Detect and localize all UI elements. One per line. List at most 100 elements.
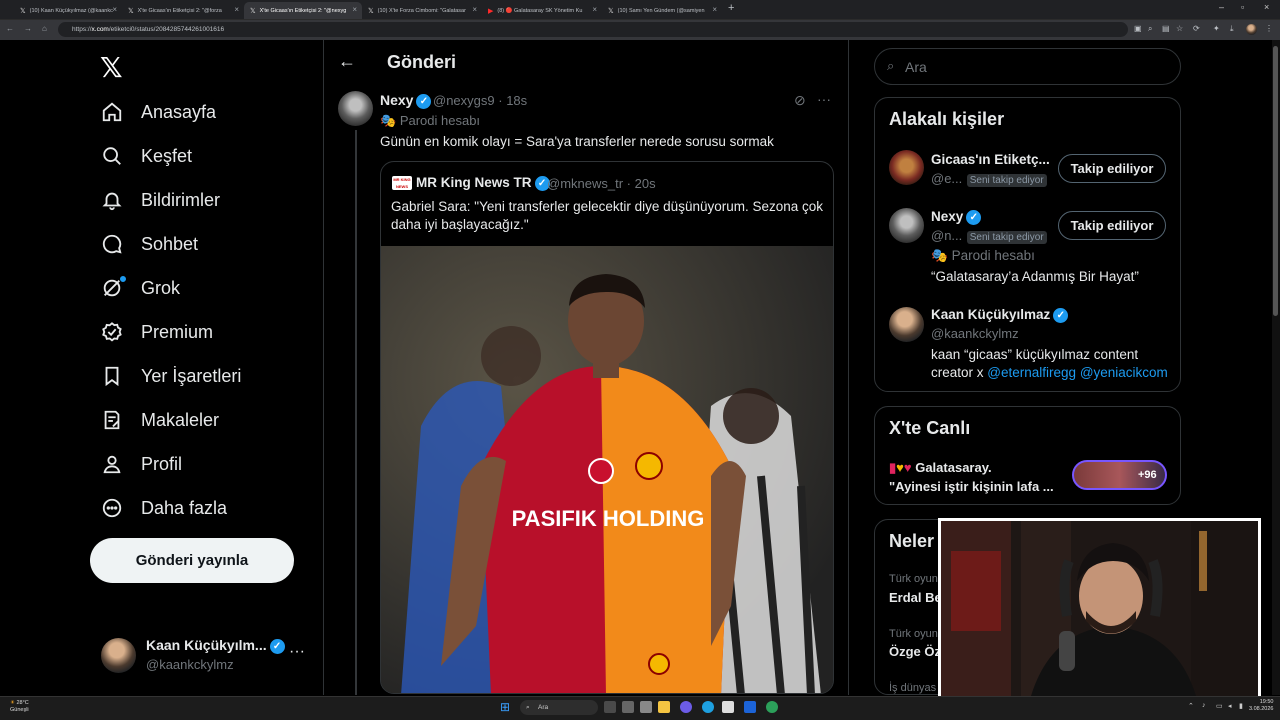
store-icon[interactable] <box>722 701 734 713</box>
app-icon[interactable] <box>640 701 652 713</box>
search-input[interactable]: ⌕ Ara <box>874 48 1181 85</box>
quoted-post[interactable]: MR KING NEWS MR King News TR ✓ @mknews_tr… <box>380 161 834 694</box>
sidebar-item-chat[interactable]: Sohbet <box>100 222 198 266</box>
close-tab-icon[interactable]: × <box>712 5 717 14</box>
download-icon[interactable]: ⤓ <box>1230 24 1234 34</box>
close-tab-icon[interactable]: × <box>472 5 477 14</box>
post-meta[interactable]: @nexygs9 · 18s <box>433 93 527 108</box>
sidebar-item-bookmarks[interactable]: Yer İşaretleri <box>100 354 241 398</box>
home-nav-icon[interactable]: ⌂ <box>42 24 47 33</box>
scrollbar-thumb[interactable] <box>1273 46 1278 316</box>
account-switcher[interactable]: Kaan Küçükyılm... ✓ <box>146 637 285 654</box>
app-icon[interactable] <box>744 701 756 713</box>
browser-tab-active[interactable]: 𝕏 X'te Gicaas'ın Etiketçisi 2: "@nexyg × <box>244 2 362 19</box>
browser-tab[interactable]: 𝕏 (10) Samı Yen Gündem (@samiyen × <box>602 2 722 19</box>
close-tab-icon[interactable]: × <box>234 5 239 14</box>
browser-app-icon[interactable] <box>766 701 778 713</box>
more-icon[interactable]: ··· <box>817 91 831 107</box>
profile-icon <box>100 452 124 476</box>
close-tab-icon[interactable]: × <box>592 5 597 14</box>
live-title[interactable]: ▮♥♥ Galatasaray. <box>889 460 992 476</box>
x-logo-icon[interactable]: 𝕏 <box>100 51 123 84</box>
task-view-icon[interactable] <box>604 701 616 713</box>
close-window-icon[interactable]: × <box>1264 2 1269 12</box>
avatar[interactable] <box>101 638 136 673</box>
following-button[interactable]: Takip ediliyor <box>1058 211 1166 240</box>
heart-red-icon: ♥ <box>903 460 912 475</box>
person-meta: @e... Seni takip ediyor <box>931 170 1047 188</box>
sidebar-item-more[interactable]: Daha fazla <box>100 486 227 530</box>
section-title: Alakalı kişiler <box>889 109 1005 129</box>
minimize-icon[interactable]: – <box>1219 2 1224 12</box>
person-name[interactable]: Gicaas'ın Etiketç... <box>931 152 1050 167</box>
search-icon: ⌕ <box>887 58 895 73</box>
address-bar[interactable]: https://x.com/etiketci0/status/208428574… <box>58 22 1128 37</box>
post-author[interactable]: Nexy ✓ <box>380 92 432 109</box>
taskbar-search[interactable]: ⌕ Ara <box>520 700 598 715</box>
x-logo-icon: 𝕏 <box>608 7 614 15</box>
file-explorer-icon[interactable] <box>658 701 670 713</box>
edge-icon[interactable] <box>702 701 714 713</box>
browser-tab[interactable]: ▶ (8) 🔴 Galatasaray SK Yönetim Ku × <box>482 2 602 19</box>
maximize-icon[interactable]: ▫ <box>1241 2 1244 12</box>
star-icon[interactable]: ☆ <box>1176 24 1183 33</box>
heart-yellow-icon: ♥ <box>896 460 904 475</box>
following-button[interactable]: Takip ediliyor <box>1058 154 1166 183</box>
start-icon[interactable]: ⊞ <box>500 700 510 714</box>
bio-link[interactable]: @eternalfiregg <box>987 365 1076 380</box>
account-more-icon[interactable]: ··· <box>289 643 305 661</box>
person-name[interactable]: Nexy ✓ <box>931 209 982 225</box>
person-handle: @kaankckylmz <box>931 326 1019 341</box>
back-nav-icon[interactable]: ← <box>6 24 14 33</box>
sidebar-item-profile[interactable]: Profil <box>100 442 182 486</box>
grok-icon[interactable]: ⊘ <box>794 92 806 109</box>
browser-tab[interactable]: 𝕏 (10) Kaan Küçükyılmaz (@kaankc × <box>14 2 122 19</box>
browser-tab[interactable]: 𝕏 (10) X'te Forza Cimbomi: "Galatasar × <box>362 2 482 19</box>
widgets-icon[interactable] <box>622 701 634 713</box>
parody-label: 🎭 Parodi hesabı <box>380 113 481 128</box>
extension-icon[interactable]: ▣ <box>1134 24 1142 33</box>
premium-icon <box>100 320 124 344</box>
reader-icon[interactable]: ▤ <box>1162 24 1170 33</box>
post-photo[interactable]: PASIFIK HOLDING <box>381 246 833 693</box>
avatar[interactable] <box>889 208 924 243</box>
battery-icon[interactable]: ▮ <box>1239 702 1243 710</box>
refresh-extension-icon[interactable]: ⟳ <box>1193 24 1200 33</box>
live-listeners-badge[interactable]: +96 <box>1072 460 1167 490</box>
avatar[interactable] <box>889 150 924 185</box>
tray-chevron-icon[interactable]: ⌃ <box>1188 702 1194 710</box>
close-tab-icon[interactable]: × <box>112 5 117 14</box>
mic-icon[interactable]: ♪ <box>1202 702 1206 709</box>
zoom-icon[interactable]: ⌕ <box>1148 24 1152 34</box>
clock[interactable]: 19:50 3.08.2026 <box>1249 699 1273 713</box>
trend-title[interactable]: Erdal Be <box>889 590 942 605</box>
back-arrow-icon[interactable]: ← <box>338 51 356 72</box>
person-name[interactable]: Kaan Küçükyılmaz ✓ <box>931 307 1069 323</box>
menu-dots-icon[interactable]: ⋮ <box>1265 24 1273 33</box>
news-logo: MR KING NEWS <box>392 176 412 190</box>
sidebar-item-grok[interactable]: Grok <box>100 266 180 310</box>
live-subtitle[interactable]: "Ayinesi iştir kişinin lafa ... <box>889 479 1059 494</box>
network-icon[interactable]: ▭ <box>1216 702 1223 710</box>
avatar[interactable] <box>889 307 924 342</box>
new-tab-icon[interactable]: + <box>728 2 734 14</box>
avatar[interactable] <box>338 91 373 126</box>
section-title: Neler <box>889 531 935 551</box>
sidebar-item-premium[interactable]: Premium <box>100 310 213 354</box>
volume-icon[interactable]: ◂ <box>1228 702 1232 710</box>
sidebar-item-home[interactable]: Anasayfa <box>100 90 216 134</box>
forward-nav-icon[interactable]: → <box>24 24 32 33</box>
puzzle-icon[interactable]: ✦ <box>1213 24 1220 33</box>
profile-avatar-icon[interactable] <box>1246 24 1257 35</box>
bio-link[interactable]: @yeniacikcom <box>1080 365 1168 380</box>
trend-title[interactable]: Özge Öz <box>889 644 941 659</box>
close-tab-icon[interactable]: × <box>352 5 357 14</box>
weather-widget[interactable]: ☀ 28°C Güneşli <box>10 700 29 714</box>
browser-tab[interactable]: 𝕏 X'te Gicaas'ın Etiketçisi 2: "@forza × <box>122 2 244 19</box>
sidebar-item-articles[interactable]: Makaleler <box>100 398 219 442</box>
sidebar-item-notifications[interactable]: Bildirimler <box>100 178 220 222</box>
sidebar-item-explore[interactable]: Keşfet <box>100 134 192 178</box>
discord-icon[interactable] <box>680 701 692 713</box>
bookmark-icon <box>100 364 124 388</box>
post-button[interactable]: Gönderi yayınla <box>90 538 294 583</box>
